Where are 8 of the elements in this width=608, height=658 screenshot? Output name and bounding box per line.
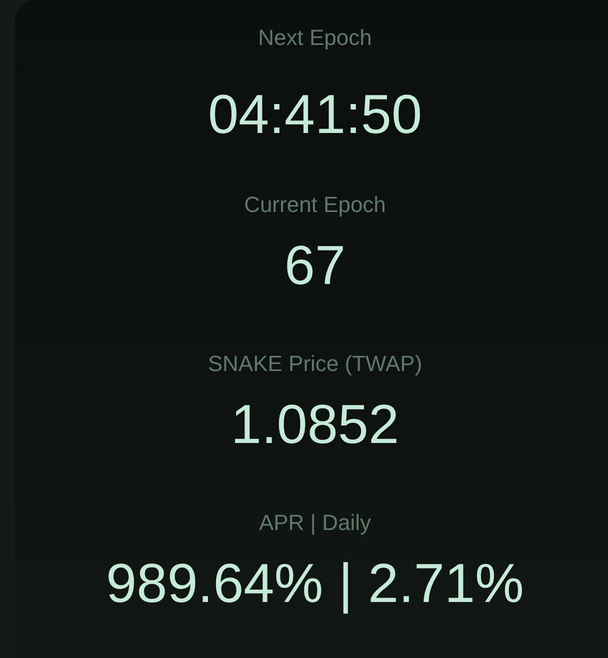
stat-label: Next Epoch bbox=[258, 24, 372, 52]
stat-label: APR | Daily bbox=[258, 509, 372, 537]
stat-value: 989.64% | 2.71% bbox=[106, 551, 524, 615]
stat-value: 1.0852 bbox=[230, 392, 400, 456]
stat-label: SNAKE Price (TWAP) bbox=[208, 350, 422, 378]
stat-value: 67 bbox=[284, 233, 346, 297]
countdown-timer: 04:41:50 bbox=[208, 82, 422, 146]
stat-label: Current Epoch bbox=[244, 191, 386, 219]
